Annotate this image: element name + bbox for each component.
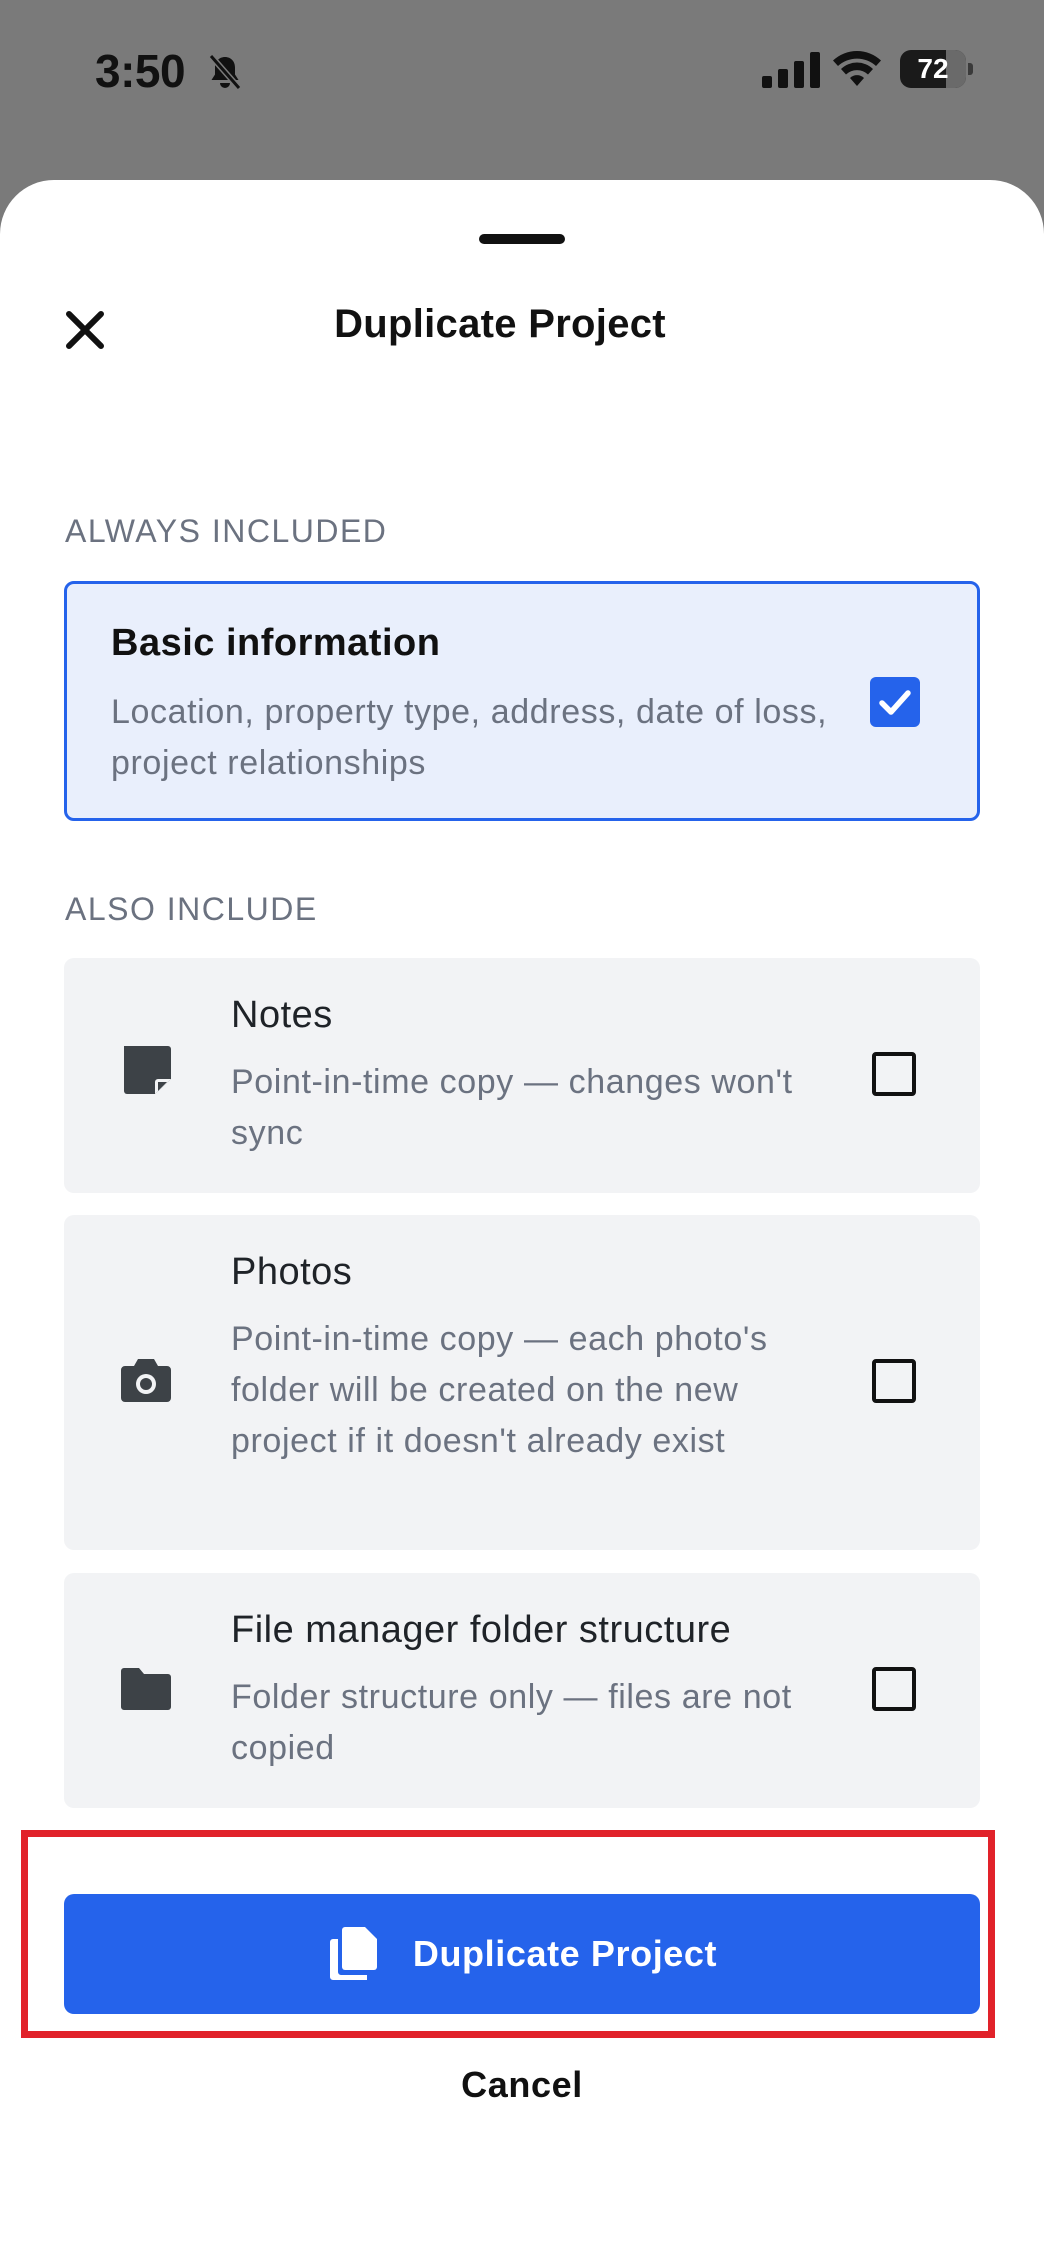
basic-information-checkbox[interactable] bbox=[870, 677, 920, 727]
camera-icon bbox=[121, 1359, 171, 1402]
notes-option-card[interactable]: Notes Point-in-time copy — changes won't… bbox=[64, 958, 980, 1193]
basic-information-card[interactable]: Basic information Location, property typ… bbox=[64, 581, 980, 821]
folder-structure-option-title: File manager folder structure bbox=[231, 1609, 732, 1651]
status-bar: 3:50 72 bbox=[0, 0, 1044, 140]
battery-cap bbox=[968, 63, 973, 75]
duplicate-project-button-label: Duplicate Project bbox=[412, 1933, 718, 1974]
folder-structure-checkbox[interactable] bbox=[872, 1667, 916, 1711]
basic-information-description: Location, property type, address, date o… bbox=[111, 693, 828, 782]
also-include-label: ALSO INCLUDE bbox=[65, 891, 318, 927]
folder-icon bbox=[121, 1668, 171, 1710]
copy-icon bbox=[329, 1927, 377, 1980]
cancel-button[interactable]: Cancel bbox=[0, 2064, 1044, 2106]
status-time: 3:50 bbox=[95, 45, 186, 97]
basic-information-title: Basic information bbox=[111, 622, 441, 664]
photos-option-description: Point-in-time copy — each photo's folder… bbox=[231, 1320, 768, 1460]
photos-checkbox[interactable] bbox=[872, 1359, 916, 1403]
battery-body: 72 bbox=[900, 50, 966, 88]
photos-option-card[interactable]: Photos Point-in-time copy — each photo's… bbox=[64, 1215, 980, 1550]
folder-structure-option-card[interactable]: File manager folder structure Folder str… bbox=[64, 1573, 980, 1808]
notes-option-title: Notes bbox=[231, 994, 333, 1036]
always-included-label: ALWAYS INCLUDED bbox=[65, 513, 388, 549]
notes-checkbox[interactable] bbox=[872, 1052, 916, 1096]
sheet-title: Duplicate Project bbox=[334, 302, 666, 346]
battery-level: 72 bbox=[917, 53, 949, 84]
folder-structure-option-description: Folder structure only — files are not co… bbox=[231, 1678, 792, 1767]
notes-option-description: Point-in-time copy — changes won't sync bbox=[231, 1063, 793, 1152]
wifi-icon bbox=[833, 50, 881, 86]
screen: 3:50 72 Duplicate Project ALWAYS INCLUDE… bbox=[0, 0, 1044, 2259]
checkmark-icon bbox=[879, 690, 911, 715]
sheet-grabber[interactable] bbox=[479, 234, 565, 244]
duplicate-project-sheet: Duplicate Project ALWAYS INCLUDED Basic … bbox=[0, 180, 1044, 2259]
duplicate-project-button[interactable]: Duplicate Project bbox=[64, 1894, 980, 2014]
bell-slash-icon bbox=[208, 54, 242, 90]
photos-option-title: Photos bbox=[231, 1251, 353, 1293]
note-icon bbox=[124, 1046, 171, 1094]
battery-icon: 72 bbox=[900, 50, 974, 88]
cellular-signal-icon bbox=[762, 52, 820, 88]
